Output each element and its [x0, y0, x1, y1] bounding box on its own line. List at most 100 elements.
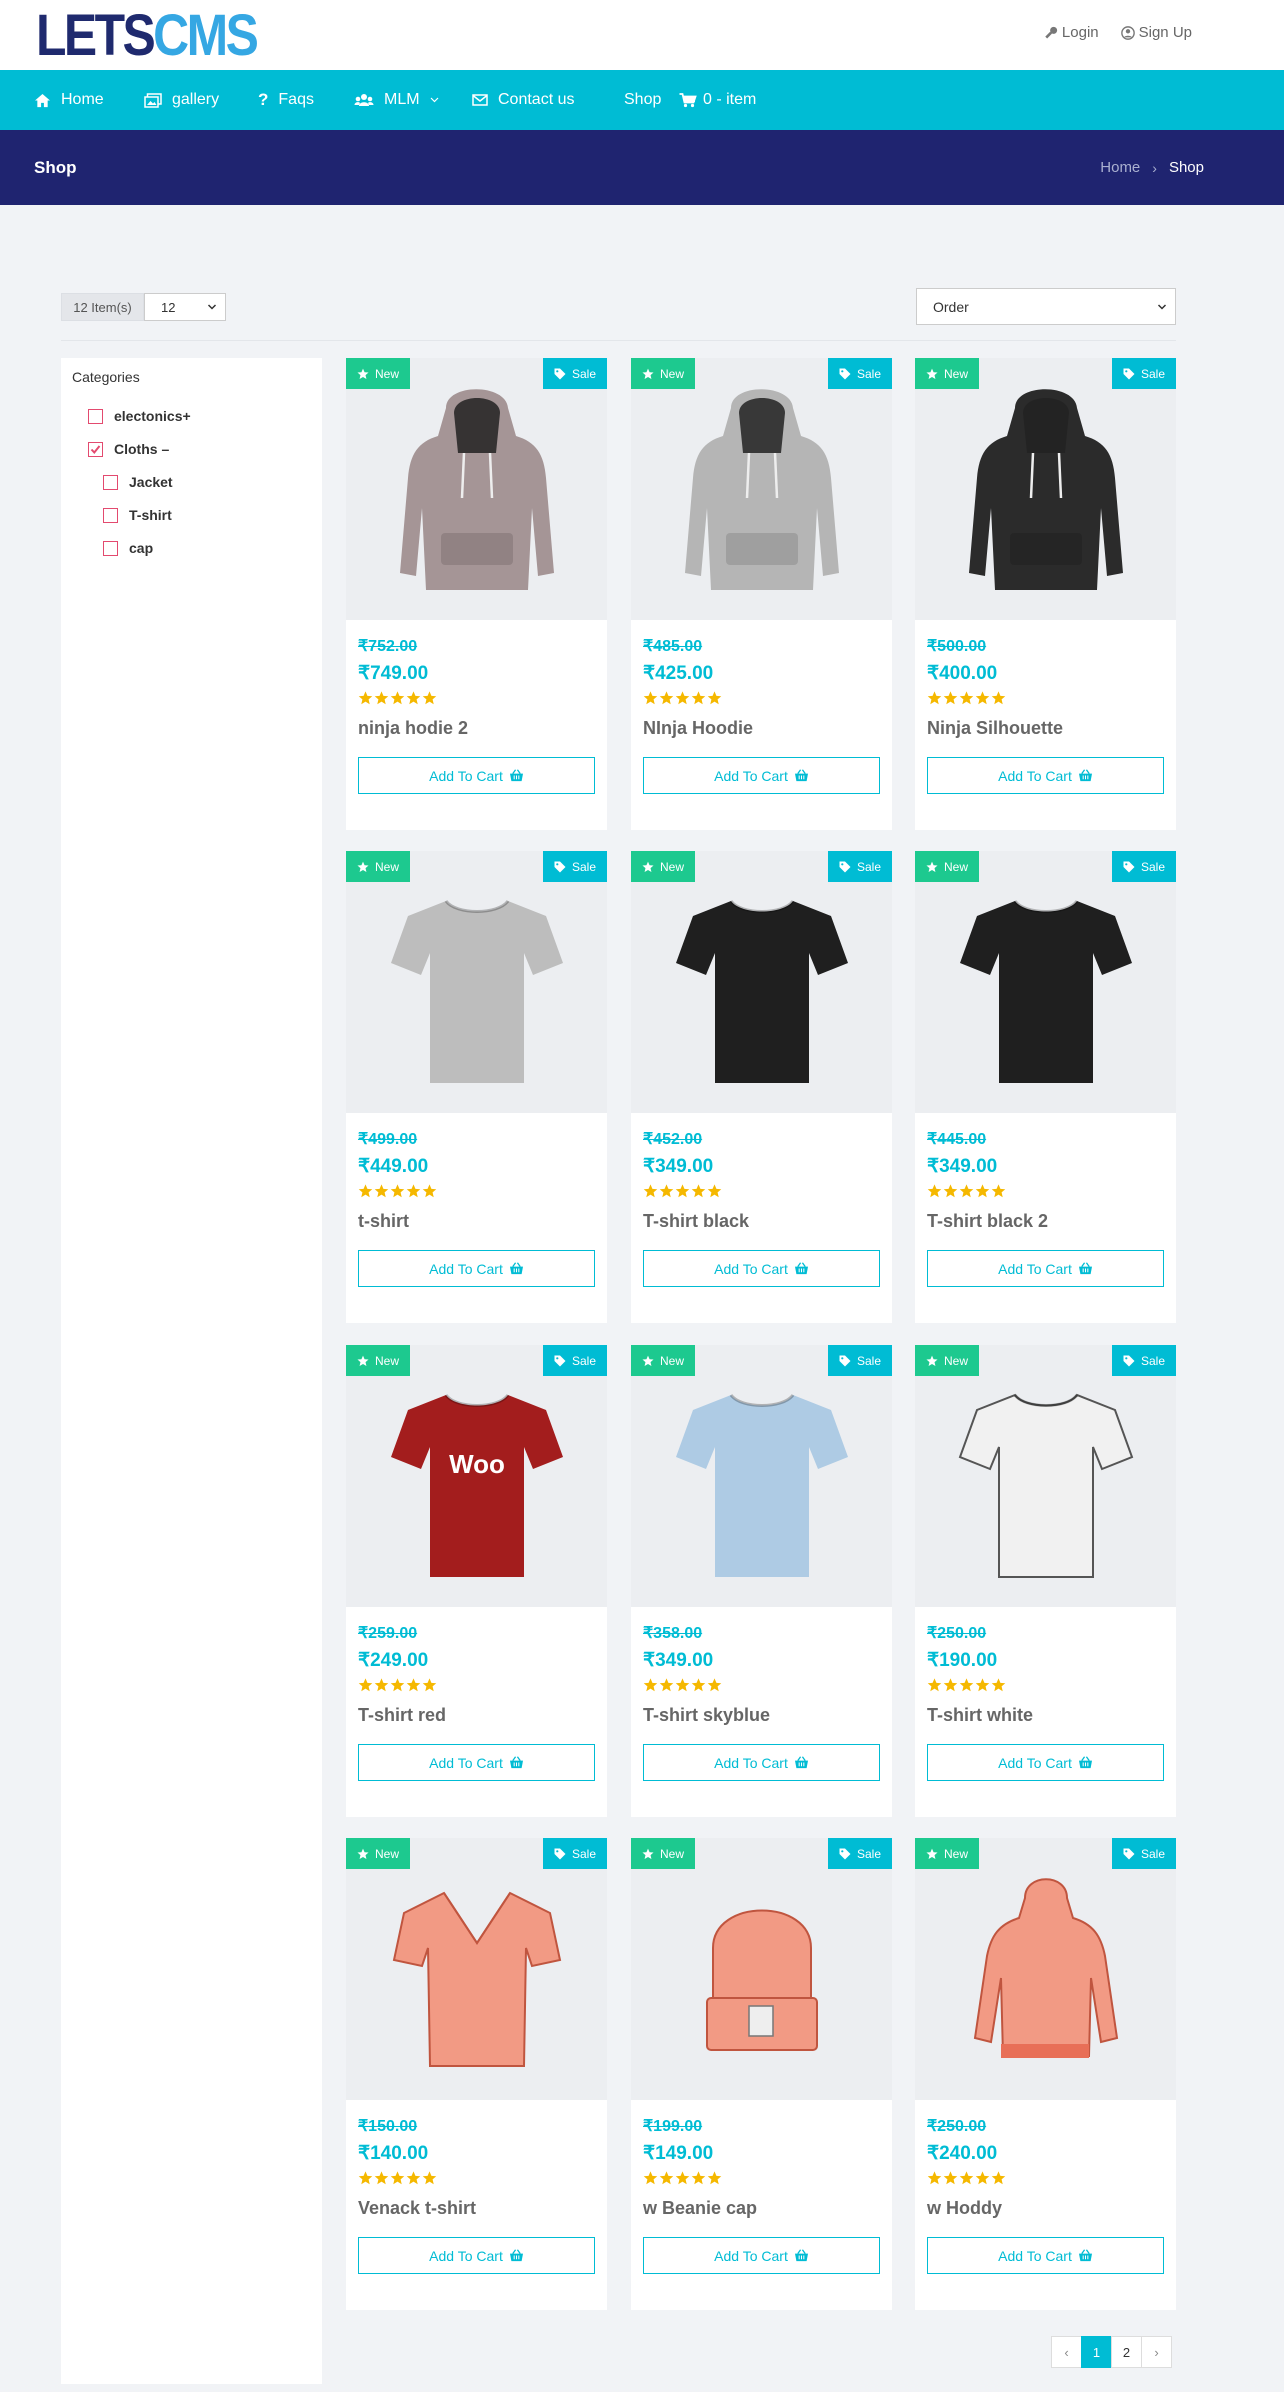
star-icon — [991, 1184, 1006, 1198]
old-price: ₹358.00 — [643, 1625, 703, 1642]
product-card[interactable]: New Sale ₹250.00 ₹190.00 T-shirt white Add To… — [915, 1345, 1176, 1817]
nav-home[interactable]: Home — [34, 70, 104, 130]
product-name[interactable]: T-shirt black 2 — [927, 1211, 1048, 1232]
product-image[interactable] — [346, 851, 607, 1113]
product-card[interactable]: New Sale ₹150.00 ₹140.00 Venack t-shirt Add T… — [346, 1838, 607, 2310]
add-to-cart-button[interactable]: Add To Cart — [643, 757, 880, 794]
nav-contact[interactable]: Contact us — [472, 70, 574, 130]
signup-link[interactable]: Sign Up — [1120, 24, 1192, 41]
category-checkbox[interactable] — [88, 441, 103, 457]
category-checkbox[interactable] — [103, 507, 118, 523]
add-to-cart-button[interactable]: Add To Cart — [927, 2237, 1164, 2274]
star-icon — [406, 1184, 421, 1198]
nav-gallery[interactable]: gallery — [144, 70, 219, 130]
product-name[interactable]: T-shirt black — [643, 1211, 749, 1232]
product-name[interactable]: w Hoddy — [927, 2198, 1002, 2219]
product-name[interactable]: t-shirt — [358, 1211, 409, 1232]
product-card[interactable]: New Sale ₹199.00 ₹149.00 w Beanie cap Add To … — [631, 1838, 892, 2310]
product-name[interactable]: T-shirt white — [927, 1705, 1033, 1726]
per-page-select[interactable]: 12 — [144, 293, 226, 321]
add-to-cart-button[interactable]: Add To Cart — [927, 1250, 1164, 1287]
product-name[interactable]: Venack t-shirt — [358, 2198, 476, 2219]
envelope-icon — [472, 94, 488, 106]
sale-badge: Sale — [1111, 1838, 1176, 1869]
tag-icon — [839, 861, 851, 872]
expand-toggle[interactable]: + — [182, 408, 190, 424]
nav-mlm[interactable]: MLM — [354, 70, 439, 130]
toolbar-divider — [61, 340, 1176, 341]
product-image[interactable] — [915, 1345, 1176, 1607]
gallery-icon — [144, 92, 162, 108]
rating-stars — [927, 1184, 1006, 1198]
page-2-button[interactable]: 2 — [1111, 2336, 1142, 2368]
add-to-cart-button[interactable]: Add To Cart — [643, 1744, 880, 1781]
category-item-cloths[interactable]: Cloths – — [88, 441, 169, 457]
product-card[interactable]: New Sale ₹358.00 ₹349.00 T-shirt skyblue Add … — [631, 1345, 892, 1817]
category-item-electonics[interactable]: electonics+ — [88, 408, 191, 424]
product-card[interactable]: New Sale ₹500.00 ₹400.00 Ninja Silhouette Add… — [915, 358, 1176, 830]
star-icon — [358, 691, 373, 705]
product-card[interactable]: New Sale ₹452.00 ₹349.00 T-shirt black Add To… — [631, 851, 892, 1323]
site-logo[interactable]: LETS CMS — [36, 7, 259, 65]
product-name[interactable]: T-shirt red — [358, 1705, 446, 1726]
add-to-cart-button[interactable]: Add To Cart — [643, 2237, 880, 2274]
breadcrumb-home[interactable]: Home — [1100, 159, 1140, 176]
product-image[interactable] — [631, 358, 892, 620]
prev-page-button[interactable]: ‹ — [1051, 2336, 1082, 2368]
product-image[interactable] — [631, 851, 892, 1113]
product-card[interactable]: Woo New Sale ₹259.00 ₹249.00 T-shirt red Add … — [346, 1345, 607, 1817]
product-image[interactable] — [631, 1838, 892, 2100]
add-to-cart-button[interactable]: Add To Cart — [358, 1250, 595, 1287]
sale-badge: Sale — [827, 851, 892, 882]
category-item-cap[interactable]: cap — [103, 540, 153, 556]
star-icon — [691, 1184, 706, 1198]
basket-icon — [509, 2249, 523, 2262]
sale-price: ₹190.00 — [927, 1650, 998, 1671]
add-to-cart-button[interactable]: Add To Cart — [643, 1250, 880, 1287]
order-value: Order — [933, 298, 969, 315]
basket-icon — [794, 1756, 808, 1769]
category-item-jacket[interactable]: Jacket — [103, 474, 173, 490]
product-card[interactable]: New Sale ₹752.00 ₹749.00 ninja hodie 2 Add To… — [346, 358, 607, 830]
add-to-cart-button[interactable]: Add To Cart — [927, 1744, 1164, 1781]
nav-shop[interactable]: Shop — [624, 70, 661, 130]
category-checkbox[interactable] — [103, 540, 118, 556]
product-card[interactable]: New Sale ₹250.00 ₹240.00 w Hoddy Add To Cart — [915, 1838, 1176, 2310]
nav-cart[interactable]: 0 - item — [679, 70, 756, 130]
product-name[interactable]: Ninja Silhouette — [927, 718, 1063, 739]
product-name[interactable]: NInja Hoodie — [643, 718, 753, 739]
product-card[interactable]: New Sale ₹445.00 ₹349.00 T-shirt black 2 Add … — [915, 851, 1176, 1323]
star-icon — [707, 2171, 722, 2185]
category-item-tshirt[interactable]: T-shirt — [103, 507, 172, 523]
new-badge-label: New — [944, 1846, 969, 1861]
add-to-cart-button[interactable]: Add To Cart — [358, 2237, 595, 2274]
product-card[interactable]: New Sale ₹499.00 ₹449.00 t-shirt Add To Cart — [346, 851, 607, 1323]
product-image[interactable]: Woo — [346, 1345, 607, 1607]
product-image[interactable] — [631, 1345, 892, 1607]
login-link[interactable]: Login — [1044, 24, 1099, 41]
add-to-cart-button[interactable]: Add To Cart — [358, 1744, 595, 1781]
page-1-button[interactable]: 1 — [1081, 2336, 1112, 2368]
product-name[interactable]: ninja hodie 2 — [358, 718, 468, 739]
add-to-cart-button[interactable]: Add To Cart — [927, 757, 1164, 794]
star-icon — [643, 1678, 658, 1692]
product-card[interactable]: New Sale ₹485.00 ₹425.00 NInja Hoodie Add To … — [631, 358, 892, 830]
category-checkbox[interactable] — [103, 474, 118, 490]
next-page-button[interactable]: › — [1141, 2336, 1172, 2368]
collapse-toggle[interactable]: – — [161, 441, 169, 457]
product-name[interactable]: w Beanie cap — [643, 2198, 757, 2219]
product-image[interactable] — [915, 358, 1176, 620]
product-image[interactable] — [346, 358, 607, 620]
product-image[interactable] — [915, 851, 1176, 1113]
add-to-cart-button[interactable]: Add To Cart — [358, 757, 595, 794]
nav-faqs[interactable]: ? Faqs — [258, 70, 314, 130]
product-image[interactable] — [346, 1838, 607, 2100]
product-name[interactable]: T-shirt skyblue — [643, 1705, 770, 1726]
category-label: electonics — [114, 408, 183, 424]
order-select[interactable]: Order — [916, 288, 1176, 325]
star-icon — [390, 2171, 405, 2185]
new-badge: New — [915, 358, 980, 389]
product-image[interactable] — [915, 1838, 1176, 2100]
category-checkbox[interactable] — [88, 408, 103, 424]
tag-icon — [554, 1355, 566, 1366]
